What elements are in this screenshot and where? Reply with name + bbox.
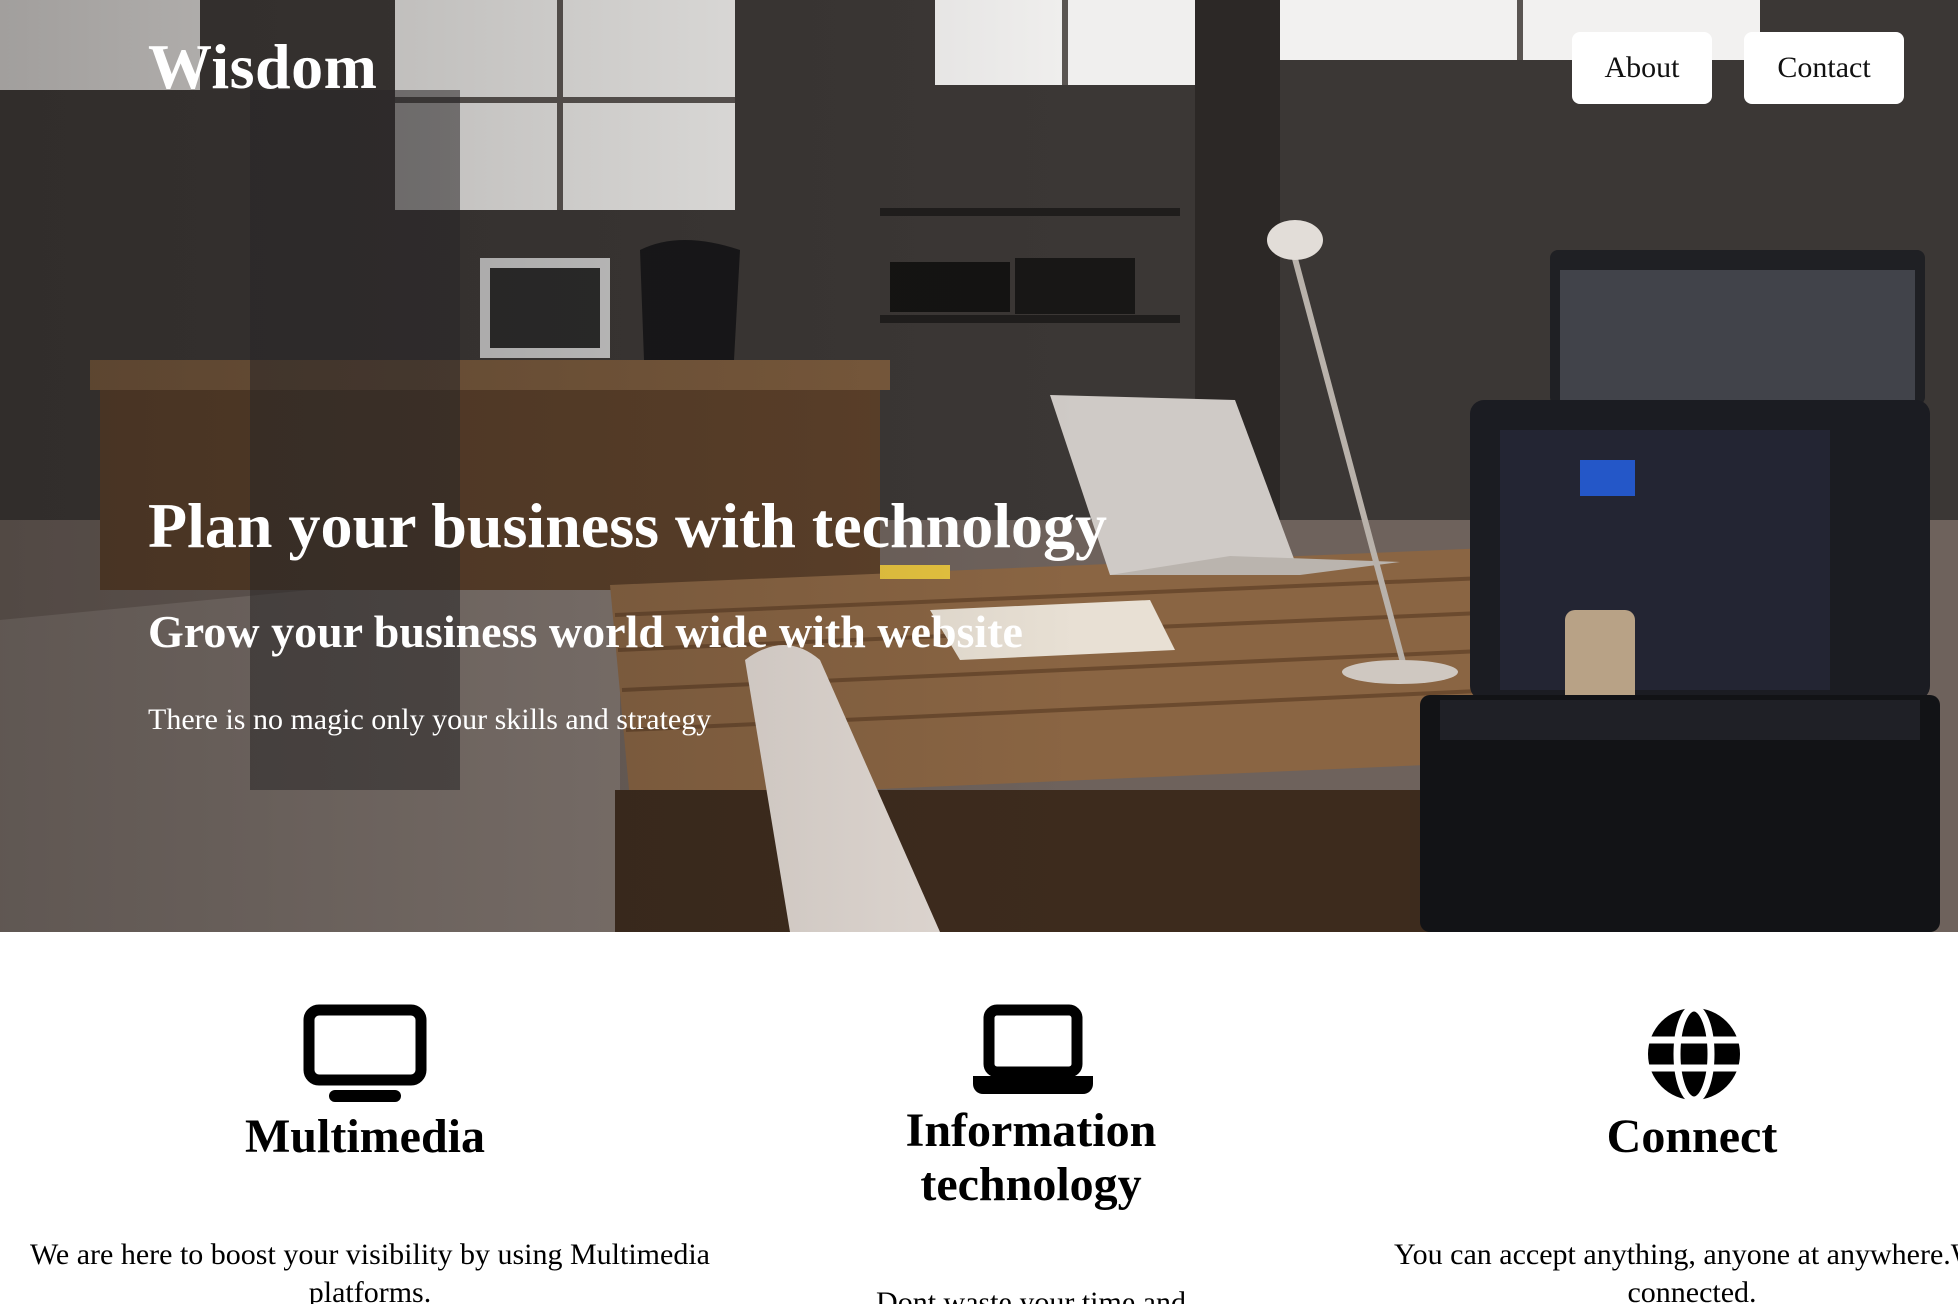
- page: Wisdom About Contact Plan your business …: [0, 0, 1958, 1304]
- features-section: Multimedia We are here to boost your vis…: [0, 932, 1958, 1304]
- feature-title: Connect: [1606, 1110, 1778, 1163]
- monitor-icon: [303, 1004, 427, 1102]
- hero-subtitle: Grow your business world wide with websi…: [148, 606, 1023, 657]
- hero-title: Plan your business with technology: [148, 490, 1107, 561]
- feature-title: Information technology: [905, 1104, 1157, 1211]
- feature-information-technology: Information technology Dont waste your t…: [836, 932, 1226, 1304]
- nav-contact-button[interactable]: Contact: [1744, 32, 1904, 104]
- globe-icon: [1648, 1004, 1740, 1104]
- nav-about-button[interactable]: About: [1572, 32, 1712, 104]
- feature-description: Dont waste your time and resources.: [876, 1286, 1186, 1304]
- laptop-icon: [973, 1004, 1093, 1094]
- feature-description: You can accept anything, anyone at anywh…: [1394, 1238, 1958, 1304]
- site-logo[interactable]: Wisdom: [148, 28, 377, 106]
- hero-section: Wisdom About Contact Plan your business …: [0, 0, 1958, 932]
- hero-tagline: There is no magic only your skills and s…: [148, 703, 712, 736]
- feature-description: We are here to boost your visibility by …: [30, 1238, 710, 1304]
- hero-overlay: [0, 0, 1958, 932]
- feature-title: Multimedia: [245, 1110, 485, 1163]
- feature-connect: Connect You can accept anything, anyone …: [1352, 932, 1958, 1304]
- feature-multimedia: Multimedia We are here to boost your vis…: [0, 932, 730, 1304]
